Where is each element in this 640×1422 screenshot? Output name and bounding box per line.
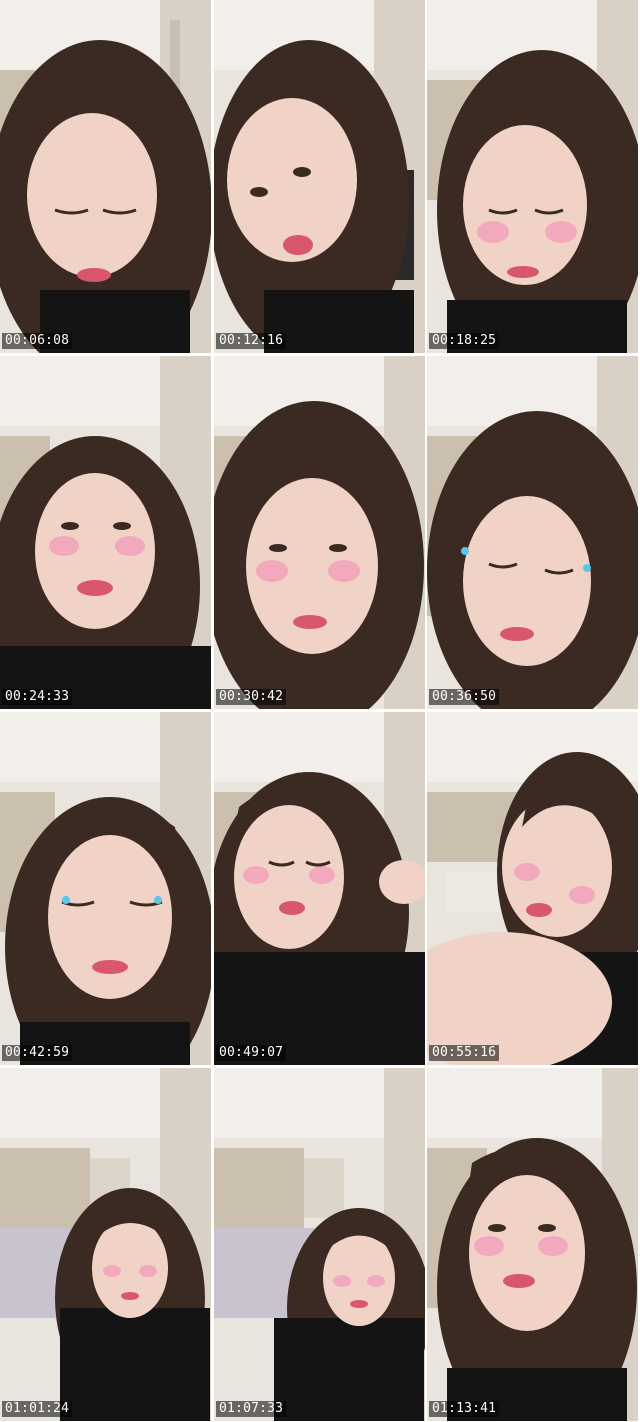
frame-scene <box>427 712 638 1065</box>
video-thumbnail-grid: 00:06:08 00:12:16 00:18:25 00:24:33 00:3… <box>0 0 640 1422</box>
frame-scene <box>0 1068 211 1421</box>
frame-scene <box>427 356 638 709</box>
frame-scene <box>214 712 425 1065</box>
frame-scene <box>0 712 211 1065</box>
frame-scene <box>427 0 638 353</box>
video-frame: 01:13:41 <box>427 1068 638 1421</box>
video-frame: 00:12:16 <box>214 0 425 353</box>
timestamp-label: 00:49:07 <box>216 1045 287 1061</box>
video-frame: 00:06:08 <box>0 0 211 353</box>
video-frame: 00:30:42 <box>214 356 425 709</box>
timestamp-label: 00:24:33 <box>2 689 73 705</box>
video-frame: 00:36:50 <box>427 356 638 709</box>
video-frame: 00:42:59 <box>0 712 211 1065</box>
timestamp-label: 00:06:08 <box>2 333 73 349</box>
timestamp-label: 00:36:50 <box>429 689 500 705</box>
frame-scene <box>214 1068 425 1421</box>
timestamp-label: 01:07:33 <box>216 1401 287 1417</box>
timestamp-label: 00:12:16 <box>216 333 287 349</box>
frame-scene <box>427 1068 638 1421</box>
timestamp-label: 01:13:41 <box>429 1401 500 1417</box>
video-frame: 00:49:07 <box>214 712 425 1065</box>
video-frame: 01:07:33 <box>214 1068 425 1421</box>
frame-scene <box>0 0 211 353</box>
video-frame: 01:01:24 <box>0 1068 211 1421</box>
frame-scene <box>0 356 211 709</box>
video-frame: 00:18:25 <box>427 0 638 353</box>
timestamp-label: 00:55:16 <box>429 1045 500 1061</box>
video-frame: 00:24:33 <box>0 356 211 709</box>
video-frame: 00:55:16 <box>427 712 638 1065</box>
timestamp-label: 00:18:25 <box>429 333 500 349</box>
frame-scene <box>214 0 425 353</box>
frame-scene <box>214 356 425 709</box>
timestamp-label: 00:30:42 <box>216 689 287 705</box>
timestamp-label: 00:42:59 <box>2 1045 73 1061</box>
timestamp-label: 01:01:24 <box>2 1401 73 1417</box>
